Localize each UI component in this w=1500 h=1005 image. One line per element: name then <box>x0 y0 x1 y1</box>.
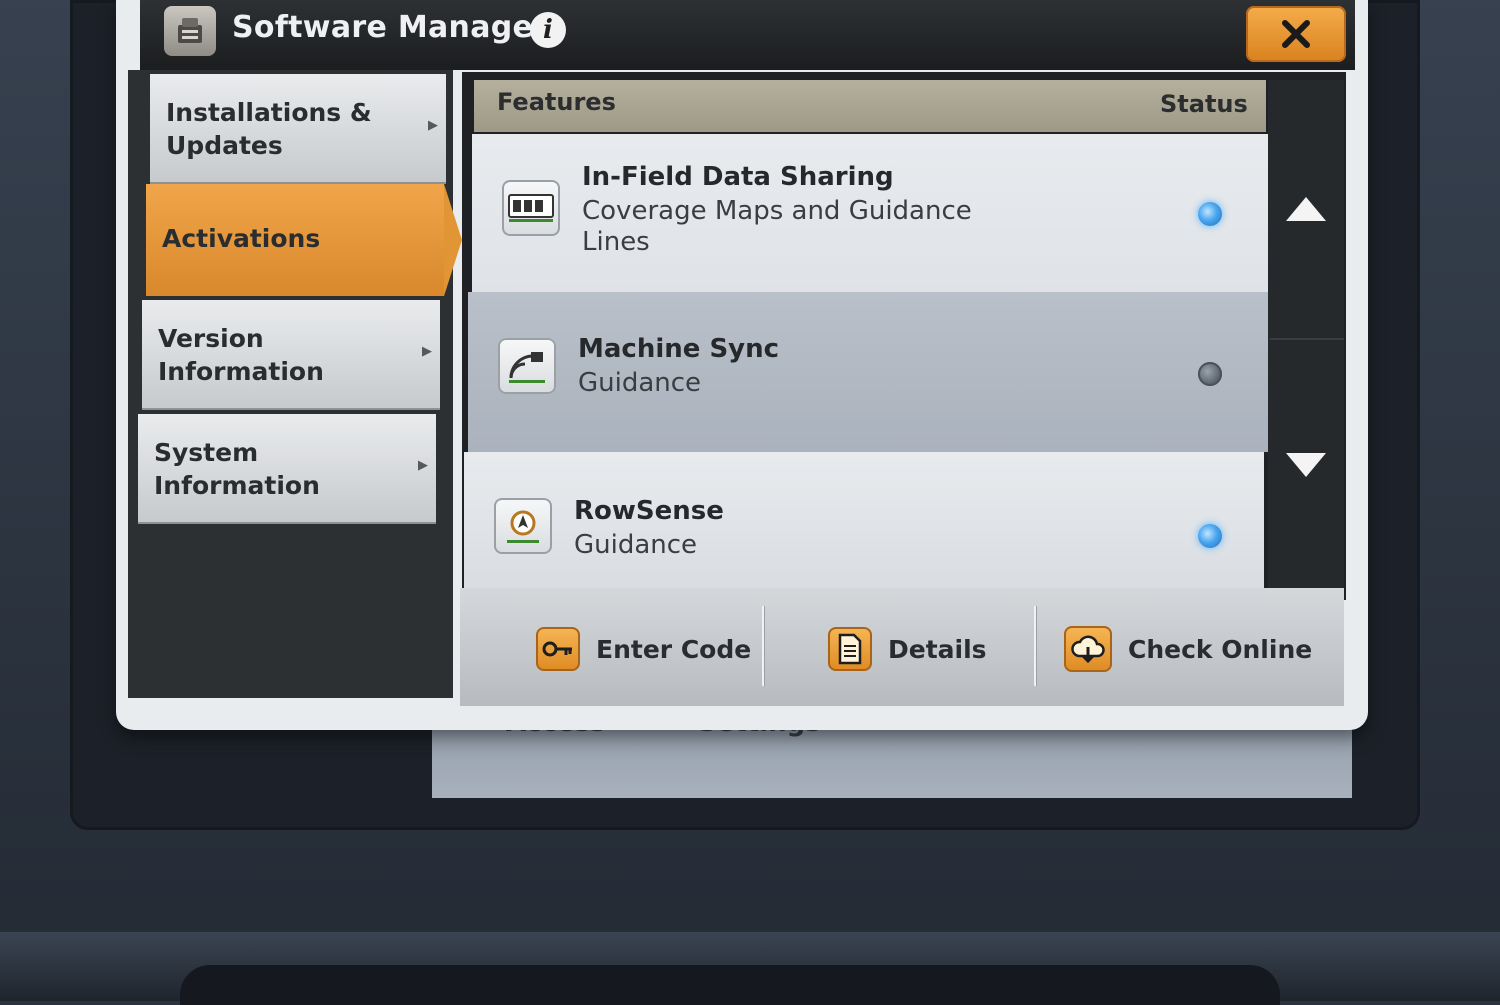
button-label: Details <box>888 634 987 664</box>
nav-item-system-information[interactable]: System Information ▶ <box>138 414 436 524</box>
machine-sync-icon <box>498 338 556 394</box>
cloud-download-icon <box>1064 626 1112 672</box>
button-separator <box>1034 606 1036 686</box>
active-tab-pointer <box>444 184 462 296</box>
feature-description: Guidance <box>578 368 702 398</box>
feature-row-rowsense[interactable]: RowSense Guidance <box>464 452 1264 590</box>
scroll-down-button[interactable] <box>1268 340 1344 590</box>
status-indicator-on <box>1198 524 1222 548</box>
key-icon <box>536 627 580 671</box>
nav-item-label: Version Information <box>158 324 324 386</box>
feature-row-machine-sync[interactable]: Machine Sync Guidance <box>468 292 1268 452</box>
nav-item-activations[interactable]: Activations <box>146 184 444 296</box>
nav-item-label: Activations <box>162 224 321 253</box>
column-header-features: Features <box>497 88 616 116</box>
document-icon <box>828 627 872 671</box>
button-label: Enter Code <box>596 634 752 664</box>
data-sharing-icon <box>502 180 560 236</box>
nav-item-installations-updates[interactable]: Installations & Updates ▶ <box>150 74 446 184</box>
feature-description: Guidance <box>574 530 698 560</box>
enter-code-button[interactable]: Enter Code <box>536 604 751 694</box>
close-button[interactable] <box>1246 6 1346 62</box>
feature-name: Machine Sync <box>578 334 780 364</box>
device-lower-housing <box>180 965 1280 1005</box>
arrow-down-icon <box>1286 453 1326 477</box>
software-manager-icon <box>164 6 216 56</box>
chevron-right-icon: ▶ <box>422 344 432 359</box>
rowsense-icon <box>494 498 552 554</box>
status-indicator-on <box>1198 202 1222 226</box>
info-icon[interactable]: i <box>530 12 566 48</box>
dialog-title: Software Manager <box>232 10 549 45</box>
feature-row-in-field-data-sharing[interactable]: In-Field Data Sharing Coverage Maps and … <box>472 134 1272 292</box>
nav-item-label: Installations & Updates <box>166 98 372 160</box>
status-indicator-off <box>1198 362 1222 386</box>
arrow-up-icon <box>1286 197 1326 221</box>
feature-name: In-Field Data Sharing <box>582 162 894 192</box>
chevron-right-icon: ▶ <box>418 458 428 473</box>
feature-description: Coverage Maps and Guidance Lines <box>582 196 972 257</box>
chevron-right-icon: ▶ <box>428 118 438 133</box>
scroll-up-button[interactable] <box>1268 80 1344 338</box>
check-online-button[interactable]: Check Online <box>1064 604 1312 694</box>
nav-item-version-information[interactable]: Version Information ▶ <box>142 300 440 410</box>
nav-item-label: System Information <box>154 438 320 500</box>
button-separator <box>762 606 764 686</box>
column-header-status: Status <box>1160 90 1248 118</box>
feature-name: RowSense <box>574 496 724 526</box>
details-button[interactable]: Details <box>828 604 987 694</box>
button-label: Check Online <box>1128 634 1313 664</box>
close-icon <box>1282 20 1310 48</box>
